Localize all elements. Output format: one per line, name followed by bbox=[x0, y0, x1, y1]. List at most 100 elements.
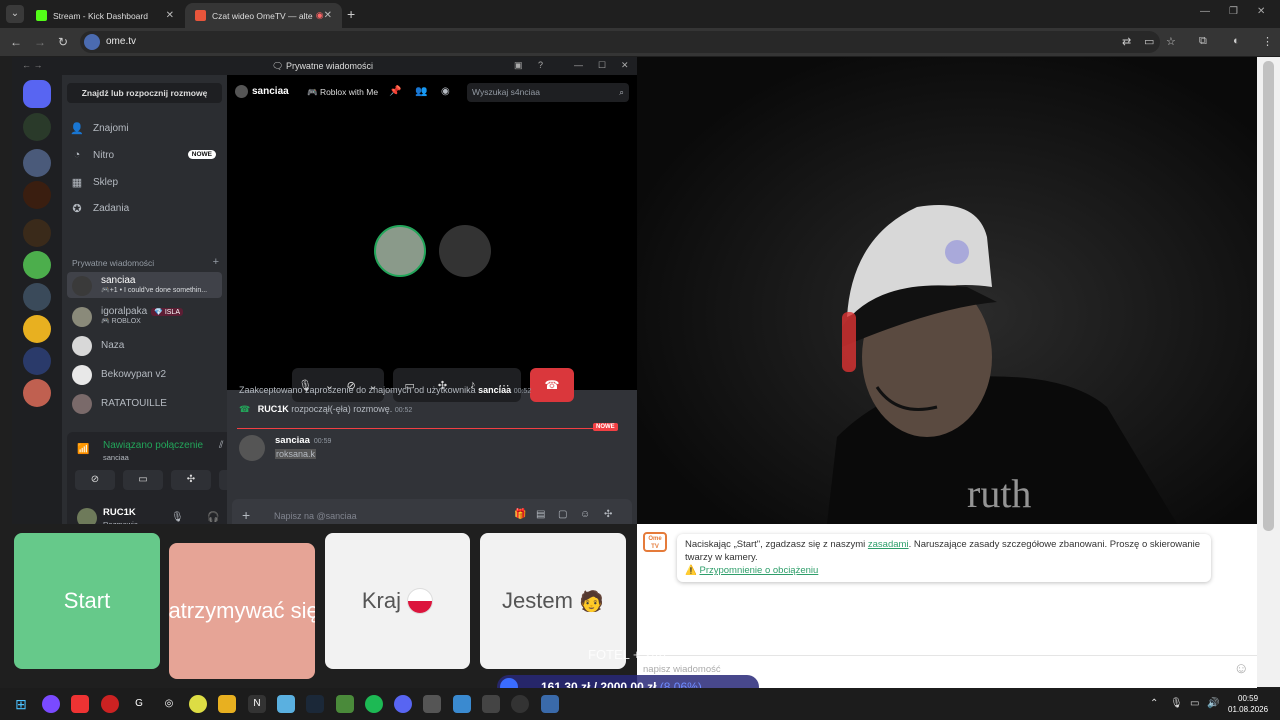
minimize-icon[interactable]: — bbox=[574, 60, 583, 70]
server-icon[interactable] bbox=[23, 181, 51, 209]
app-icon[interactable]: ◎ bbox=[160, 695, 178, 713]
forward-icon[interactable]: → bbox=[34, 35, 46, 49]
tab-ometv[interactable]: Czat wideo OmeTV — altern ◉ ✕ bbox=[185, 3, 342, 28]
restore-icon[interactable]: ❐ bbox=[1229, 6, 1238, 17]
dm-item-naza[interactable]: Naza bbox=[67, 332, 222, 358]
country-button[interactable]: Kraj bbox=[325, 533, 470, 669]
search-input[interactable]: Wyszukaj s4nciaa ⌕ bbox=[467, 83, 629, 102]
reload-icon[interactable]: ↻ bbox=[58, 35, 68, 49]
close-tab-icon[interactable]: ✕ bbox=[166, 10, 174, 21]
recipient-name[interactable]: sanciaa bbox=[252, 86, 289, 97]
spotify-icon[interactable] bbox=[365, 695, 383, 713]
steam-icon[interactable] bbox=[306, 695, 324, 713]
discord-icon[interactable] bbox=[394, 695, 412, 713]
notion-icon[interactable]: N bbox=[248, 695, 266, 713]
microphone-icon[interactable]: 🎙 bbox=[171, 512, 184, 523]
server-icon[interactable] bbox=[23, 347, 51, 375]
tab-search-button[interactable]: ⌄ bbox=[6, 5, 24, 23]
file-explorer-icon[interactable] bbox=[218, 695, 236, 713]
app-icon[interactable] bbox=[511, 695, 529, 713]
server-icon[interactable] bbox=[23, 379, 51, 407]
close-window-icon[interactable]: ✕ bbox=[1257, 6, 1265, 17]
cast-icon[interactable]: ▭ bbox=[1144, 35, 1154, 48]
volume-icon[interactable]: 🔊 bbox=[1207, 698, 1219, 709]
emoji-icon[interactable]: ☺ bbox=[580, 509, 590, 520]
start-button[interactable]: Start bbox=[14, 533, 160, 669]
server-icon[interactable] bbox=[23, 315, 51, 343]
extensions-icon[interactable]: ⧉ bbox=[1199, 35, 1207, 48]
camera-button[interactable]: ⊘ bbox=[75, 470, 115, 490]
server-icon[interactable] bbox=[23, 283, 51, 311]
dm-item-igoralpaka[interactable]: igoralpaka 💎 ISLA 🎮 ROBLOX bbox=[67, 303, 222, 329]
screenshare-button[interactable]: ▭ bbox=[123, 470, 163, 490]
create-dm-icon[interactable]: + bbox=[213, 256, 219, 268]
apps-icon[interactable]: ✣ bbox=[604, 509, 612, 520]
find-conversation-button[interactable]: Znajdź lub rozpocznij rozmowę bbox=[67, 83, 222, 103]
app-icon[interactable] bbox=[453, 695, 471, 713]
tab-kick-dashboard[interactable]: Stream - Kick Dashboard ✕ bbox=[26, 3, 184, 28]
gif-icon[interactable]: ▤ bbox=[536, 509, 545, 520]
maximize-icon[interactable]: ☐ bbox=[598, 60, 606, 71]
site-info-icon[interactable] bbox=[84, 34, 100, 50]
app-icon[interactable] bbox=[541, 695, 559, 713]
signal-icon[interactable]: 📶 bbox=[77, 444, 89, 455]
bookmark-star-icon[interactable]: ☆ bbox=[1166, 35, 1176, 48]
dm-item-sanciaa[interactable]: sanciaa 🎮+1 • I could've done somethin..… bbox=[67, 272, 222, 298]
participant-avatar[interactable] bbox=[374, 225, 426, 277]
pin-icon[interactable]: 📌 bbox=[389, 86, 401, 97]
headphones-icon[interactable]: 🎧 bbox=[207, 512, 219, 523]
app-icon[interactable] bbox=[336, 695, 354, 713]
profile-avatar[interactable]: ◐ bbox=[1233, 35, 1240, 47]
app-icon[interactable] bbox=[42, 695, 60, 713]
noise-suppression-icon[interactable]: ⫽ bbox=[219, 440, 223, 451]
dm-item-ratatouille[interactable]: RATATOUILLE bbox=[67, 390, 222, 416]
translate-icon[interactable]: ⇄ bbox=[1122, 35, 1131, 48]
system-clock[interactable]: 00:59 01.08.2026 bbox=[1228, 693, 1268, 715]
server-icon[interactable] bbox=[23, 251, 51, 279]
reminder-link[interactable]: Przypomnienie o obciążeniu bbox=[699, 565, 818, 576]
stop-button[interactable]: Zatrzymywać się bbox=[169, 543, 315, 679]
page-scrollbar[interactable] bbox=[1257, 57, 1280, 687]
discord-home-icon[interactable] bbox=[23, 80, 51, 108]
add-friends-icon[interactable]: 👥 bbox=[415, 86, 427, 97]
close-tab-icon[interactable]: ✕ bbox=[324, 10, 332, 21]
windows-start-icon[interactable]: ⊞ bbox=[12, 695, 30, 713]
minimize-icon[interactable]: — bbox=[1200, 6, 1210, 17]
back-icon[interactable]: ← bbox=[10, 35, 22, 49]
app-icon[interactable]: G bbox=[130, 695, 148, 713]
history-arrows-icon[interactable]: ← → bbox=[22, 60, 43, 70]
browser-menu-icon[interactable]: ⋮ bbox=[1262, 35, 1273, 48]
avatar[interactable] bbox=[239, 435, 265, 461]
dm-item-bekowypan[interactable]: Bekowypan v2 bbox=[67, 361, 222, 387]
server-icon[interactable] bbox=[23, 113, 51, 141]
nav-friends[interactable]: 👤 Znajomi bbox=[70, 117, 220, 139]
inbox-icon[interactable]: ▣ bbox=[514, 60, 523, 71]
participant-avatar[interactable] bbox=[439, 225, 491, 277]
gift-icon[interactable]: 🎁 bbox=[514, 509, 526, 520]
nav-shop[interactable]: ▦ Sklep bbox=[70, 171, 220, 193]
nav-quests[interactable]: ✪ Zadania bbox=[70, 197, 220, 219]
emoji-icon[interactable]: ☺ bbox=[1234, 660, 1249, 677]
app-icon[interactable] bbox=[101, 695, 119, 713]
app-icon[interactable] bbox=[71, 695, 89, 713]
chrome-icon[interactable] bbox=[189, 695, 207, 713]
address-bar[interactable]: ome.tv bbox=[80, 31, 1160, 53]
microphone-tray-icon[interactable]: 🎙 bbox=[1170, 698, 1183, 709]
app-icon[interactable] bbox=[482, 695, 500, 713]
server-icon[interactable] bbox=[23, 219, 51, 247]
close-icon[interactable]: ✕ bbox=[621, 60, 629, 71]
app-icon[interactable] bbox=[277, 695, 295, 713]
tray-overflow-icon[interactable]: ⌃ bbox=[1150, 698, 1158, 709]
attach-plus-icon[interactable]: + bbox=[242, 507, 250, 523]
activity-button[interactable]: ✣ bbox=[171, 470, 211, 490]
profile-icon[interactable]: ◉ bbox=[441, 86, 450, 97]
help-icon[interactable]: ? bbox=[538, 60, 543, 70]
new-tab-button[interactable]: + bbox=[347, 6, 355, 22]
nav-nitro[interactable]: ◔ Nitro NOWE bbox=[70, 144, 220, 166]
server-icon[interactable] bbox=[23, 149, 51, 177]
rules-link[interactable]: zasadami bbox=[868, 539, 909, 550]
app-icon[interactable] bbox=[423, 695, 441, 713]
scrollbar-thumb[interactable] bbox=[1263, 61, 1274, 531]
network-icon[interactable]: ▭ bbox=[1190, 698, 1199, 709]
sticker-icon[interactable]: ▢ bbox=[558, 509, 567, 520]
